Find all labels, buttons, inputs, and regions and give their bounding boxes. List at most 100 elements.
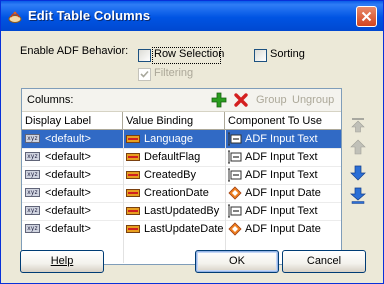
grid-line [22,166,341,167]
group-button[interactable]: Group [256,94,287,106]
grid-line [22,184,341,185]
display-label-text: <default> [45,151,91,163]
table-row[interactable]: xyz <default> CreatedBy ADF Input Text [22,166,341,184]
component-cell[interactable]: ADF Input Text [225,130,341,148]
attribute-binding-icon [126,225,140,233]
move-bottom-icon[interactable] [349,187,367,205]
cancel-button[interactable]: Cancel [282,250,366,273]
table-row[interactable]: xyz <default> Language ADF Input Text [22,130,341,148]
display-label-cell[interactable]: xyz <default> [22,202,123,220]
columns-label: Columns: [27,94,74,106]
grid-line [225,130,226,263]
move-down-icon[interactable] [349,164,367,182]
attribute-binding-icon [126,171,140,179]
display-label-text: <default> [45,205,91,217]
label-type-icon: xyz [25,224,40,233]
add-icon[interactable] [211,91,227,109]
app-icon [8,11,22,23]
label-type-icon: xyz [25,134,40,143]
title-bar[interactable]: Edit Table Columns [1,1,383,31]
dialog-title: Edit Table Columns [28,8,151,23]
value-binding-text: CreatedBy [144,169,196,181]
label-type-icon: xyz [25,170,40,179]
input-text-icon [228,132,242,146]
help-button[interactable]: Help [20,250,104,273]
component-cell[interactable]: ADF Input Date [225,184,341,202]
display-label-text: <default> [45,223,91,235]
value-binding-cell[interactable]: CreationDate [123,184,225,202]
column-header-display-label[interactable]: Display Label [22,112,123,130]
row-selection-checkbox[interactable] [138,49,151,62]
component-text: ADF Input Date [245,223,321,235]
dialog-body: Enable ADF Behavior: Row Selection Sorti… [4,31,380,280]
grid-line [123,130,124,263]
row-selection-label[interactable]: Row Selection [154,48,224,60]
value-binding-cell[interactable]: CreatedBy [123,166,225,184]
close-icon [361,11,372,22]
sorting-checkbox[interactable] [254,49,267,62]
component-cell[interactable]: ADF Input Text [225,202,341,220]
ungroup-button[interactable]: Ungroup [292,94,334,106]
display-label-text: <default> [45,133,91,145]
attribute-binding-icon [126,207,140,215]
value-binding-cell[interactable]: DefaultFlag [123,148,225,166]
help-button-label: Help [50,255,74,267]
value-binding-text: LastUpdatedBy [144,205,220,217]
label-type-icon: xyz [25,188,40,197]
display-label-text: <default> [45,169,91,181]
sorting-label[interactable]: Sorting [270,48,305,60]
attribute-binding-icon [126,153,140,161]
column-header-component[interactable]: Component To Use [225,112,341,130]
ok-button[interactable]: OK [195,250,279,273]
column-header-value-binding[interactable]: Value Binding [123,112,225,130]
display-label-cell[interactable]: xyz <default> [22,166,123,184]
grid-line [22,202,341,203]
label-type-icon: xyz [25,152,40,161]
display-label-cell[interactable]: xyz <default> [22,220,123,238]
checkmark-icon [140,70,149,78]
input-date-icon [228,222,242,236]
grid-line [22,148,341,149]
label-type-icon: xyz [25,206,40,215]
attribute-binding-icon [126,189,140,197]
columns-toolbar: Columns: Group Ungroup [22,89,341,112]
filtering-checkbox[interactable] [138,68,151,81]
move-up-icon[interactable] [349,138,367,156]
component-text: ADF Input Text [245,151,318,163]
value-binding-text: DefaultFlag [144,151,201,163]
columns-table: Columns: Group Ungroup Display Label Val… [21,88,342,265]
component-cell[interactable]: ADF Input Date [225,220,341,238]
display-label-text: <default> [45,187,91,199]
component-cell[interactable]: ADF Input Text [225,166,341,184]
table-row[interactable]: xyz <default> LastUpdateDate ADF Input Date [22,220,341,238]
component-text: ADF Input Date [245,187,321,199]
component-text: ADF Input Text [245,133,318,145]
value-binding-cell[interactable]: Language [123,130,225,148]
close-button[interactable] [356,6,377,27]
adf-behavior-label: Enable ADF Behavior: [20,45,129,57]
table-row[interactable]: xyz <default> CreationDate ADF Input Date [22,184,341,202]
input-text-icon [228,150,242,164]
component-cell[interactable]: ADF Input Text [225,148,341,166]
filtering-label: Filtering [154,67,194,79]
value-binding-text: CreationDate [144,187,209,199]
cancel-button-label: Cancel [306,255,342,267]
table-row[interactable]: xyz <default> LastUpdatedBy ADF Input Text [22,202,341,220]
value-binding-cell[interactable]: LastUpdateDate [123,220,225,238]
display-label-cell[interactable]: xyz <default> [22,184,123,202]
grid-line [22,220,341,221]
input-text-icon [228,204,242,218]
value-binding-cell[interactable]: LastUpdatedBy [123,202,225,220]
delete-icon[interactable] [233,91,249,109]
value-binding-text: LastUpdateDate [144,223,224,235]
display-label-cell[interactable]: xyz <default> [22,130,123,148]
display-label-cell[interactable]: xyz <default> [22,148,123,166]
input-text-icon [228,168,242,182]
table-row[interactable]: xyz <default> DefaultFlag ADF Input Text [22,148,341,166]
input-date-icon [228,186,242,200]
component-text: ADF Input Text [245,205,318,217]
dialog-window: Edit Table Columns Enable ADF Behavior: … [0,0,384,284]
move-top-icon[interactable] [349,116,367,134]
value-binding-text: Language [144,133,193,145]
attribute-binding-icon [126,135,140,143]
